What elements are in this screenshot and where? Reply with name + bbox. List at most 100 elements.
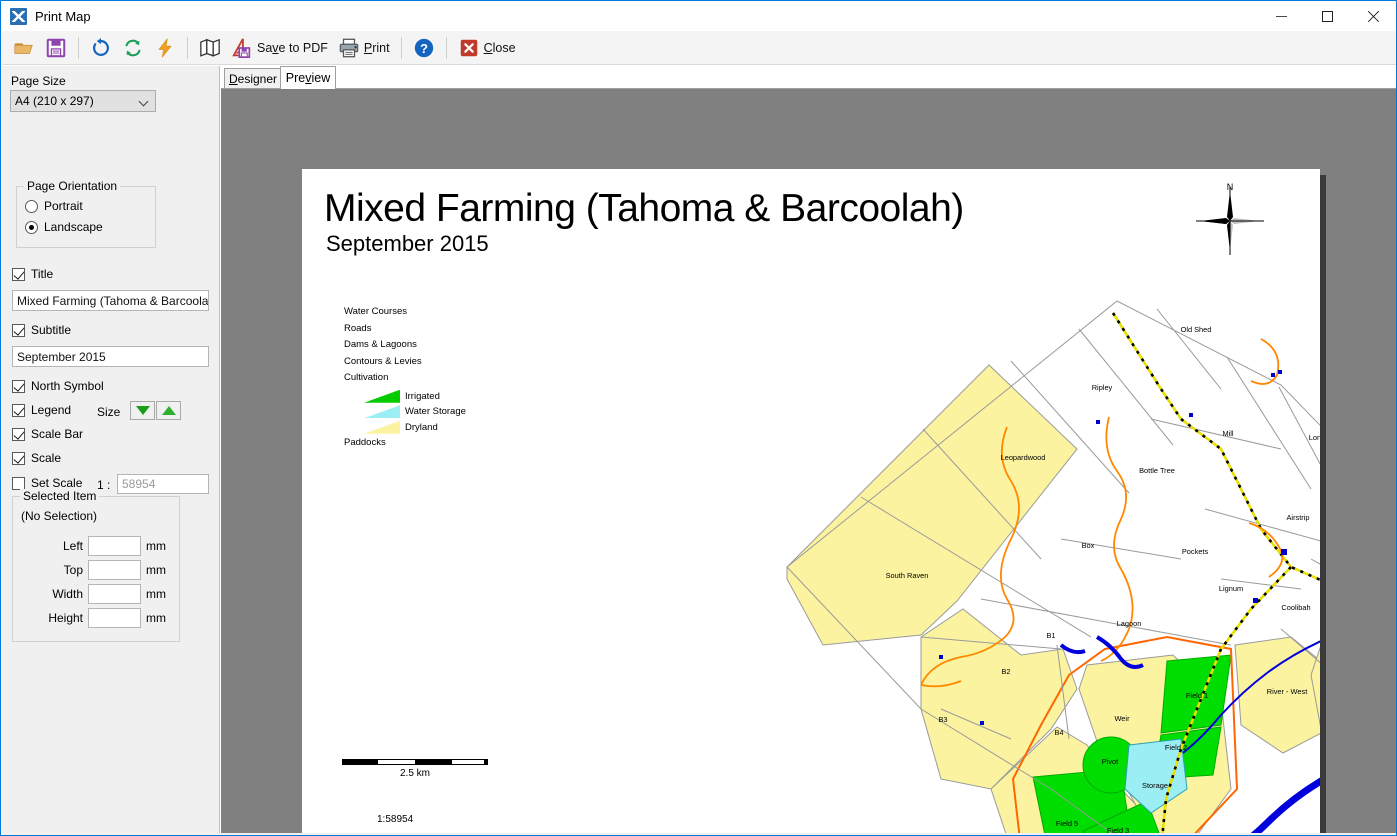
page-orientation-group: Page Orientation Portrait Landscape (16, 179, 156, 248)
help-icon: ? (414, 38, 433, 57)
page-size-label: Page Size (11, 74, 66, 88)
print-label: Print (363, 40, 390, 55)
app-icon (10, 7, 27, 25)
set-scale-input[interactable]: 58954 (117, 474, 209, 494)
close-window-button[interactable] (1350, 1, 1396, 31)
top-label: Top (63, 563, 83, 577)
left-label: Left (62, 539, 83, 553)
svg-text:?: ? (420, 40, 428, 55)
dryland-areas (786, 364, 1320, 835)
radio-landscape-indicator (25, 220, 38, 234)
top-unit: mm (146, 563, 166, 577)
title-input[interactable]: Mixed Farming (Tahoma & Barcoola (12, 290, 209, 311)
maximize-button[interactable] (1304, 1, 1350, 31)
tab-preview[interactable]: Pre v iew (280, 66, 336, 89)
paddock-label: Airstrip (1287, 513, 1310, 522)
refresh-button[interactable] (117, 34, 149, 62)
close-dialog-button[interactable]: Close (453, 34, 521, 62)
paddock-label: Box (1082, 541, 1095, 550)
refresh-sync-icon (125, 39, 141, 56)
paddock-label: Field 5 (1056, 819, 1078, 828)
tab-strip: Designer Pre v iew (221, 66, 1396, 89)
toolbar-separator (78, 36, 79, 59)
set-scale-value: 58954 (122, 477, 156, 491)
checkbox-subtitle-label: Subtitle (31, 323, 72, 337)
toolbar-separator (400, 36, 402, 59)
save-to-pdf-label: Save to PDF (257, 40, 328, 55)
map-icon (200, 38, 220, 57)
toolbar-separator (187, 36, 188, 59)
page-size-value: A4 (210 x 297) (15, 94, 94, 108)
checkbox-subtitle-indicator (12, 323, 25, 337)
checkbox-subtitle[interactable]: Subtitle (12, 323, 71, 337)
checkbox-title-indicator (12, 267, 25, 281)
undo-button[interactable] (85, 34, 117, 62)
radio-landscape[interactable]: Landscape (25, 220, 103, 234)
print-button[interactable]: Print (333, 34, 395, 62)
chevron-down-icon (140, 97, 149, 106)
top-input[interactable] (88, 560, 141, 580)
radio-portrait[interactable]: Portrait (25, 199, 83, 213)
left-input[interactable] (88, 536, 141, 556)
preview-area: Designer Pre v iew Mixed Farming (Tahoma &… (221, 66, 1396, 835)
toolbar-separator (445, 36, 447, 59)
checkbox-title[interactable]: Title (12, 267, 53, 281)
checkbox-legend[interactable]: Legend (12, 403, 71, 417)
paddock-label: Ripley (1092, 383, 1113, 392)
main-toolbar: Save to PDF Print ? Close (2, 31, 1396, 65)
printer-icon (339, 38, 359, 57)
print-map-window: Print Map Save to PDF Print ? Close Page… (0, 0, 1397, 836)
width-input[interactable] (88, 584, 141, 604)
checkbox-set-scale-label: Set Scale (31, 476, 83, 490)
subtitle-input[interactable]: September 2015 (12, 346, 209, 367)
window-title: Print Map (35, 8, 91, 24)
page-size-dropdown[interactable]: A4 (210 x 297) (10, 90, 156, 112)
maximize-icon (1321, 10, 1333, 22)
paddock-label: Coolibah (1281, 603, 1310, 612)
triangle-down-icon (135, 406, 150, 415)
close-label: Close (483, 40, 516, 55)
status-bar (2, 833, 1396, 835)
minimize-button[interactable] (1258, 1, 1304, 31)
map-view-button[interactable] (194, 34, 226, 62)
checkbox-north-symbol[interactable]: North Symbol (12, 379, 104, 393)
width-label: Width (52, 587, 83, 601)
open-button[interactable] (8, 34, 40, 62)
paddock-label: Old Shed (1181, 325, 1212, 334)
save-to-pdf-button[interactable]: Save to PDF (226, 34, 333, 62)
paddock-label: Pivot (1102, 757, 1118, 766)
checkbox-title-label: Title (31, 267, 54, 281)
refresh-rotate-icon (93, 37, 109, 56)
checkbox-legend-label: Legend (31, 403, 72, 417)
quick-action-button[interactable] (149, 34, 181, 62)
paddock-label: Storage (1142, 781, 1168, 790)
page-orientation-title: Page Orientation (24, 179, 121, 193)
preview-canvas[interactable]: Mixed Farming (Tahoma & Barcoolah) Septe… (221, 88, 1396, 835)
paddock-label: B2 (1001, 667, 1010, 676)
paddock-label: B4 (1054, 728, 1063, 737)
close-icon (1367, 10, 1380, 23)
subtitle-input-value: September 2015 (17, 349, 106, 364)
checkbox-scale-bar[interactable]: Scale Bar (12, 427, 83, 441)
paddock-label: River - West (1267, 687, 1308, 696)
paddock-label: B3 (938, 715, 947, 724)
checkbox-scale[interactable]: Scale (12, 451, 61, 465)
printed-page: Mixed Farming (Tahoma & Barcoolah) Septe… (302, 169, 1320, 835)
paddock-label: Weir (1114, 714, 1130, 723)
legend-size-increase-button[interactable] (156, 401, 181, 420)
help-button[interactable]: ? (408, 34, 440, 62)
tab-designer[interactable]: Designer (224, 68, 282, 88)
checkbox-scale-label: Scale (31, 451, 62, 465)
legend-size-decrease-button[interactable] (130, 401, 155, 420)
save-button[interactable] (40, 34, 72, 62)
legend-size-label: Size (97, 405, 121, 419)
paddock-label: Leopardwood (1001, 453, 1046, 462)
checkbox-set-scale[interactable]: Set Scale (12, 476, 82, 490)
selected-item-title: Selected Item (20, 489, 100, 503)
selected-item-status: (No Selection) (21, 509, 98, 523)
checkbox-north-symbol-indicator (12, 379, 25, 393)
left-unit: mm (146, 539, 166, 553)
settings-sidebar: Page Size A4 (210 x 297) Page Orientatio… (2, 66, 220, 835)
paddock-label: Lignum (1219, 584, 1243, 593)
height-input[interactable] (88, 608, 141, 628)
